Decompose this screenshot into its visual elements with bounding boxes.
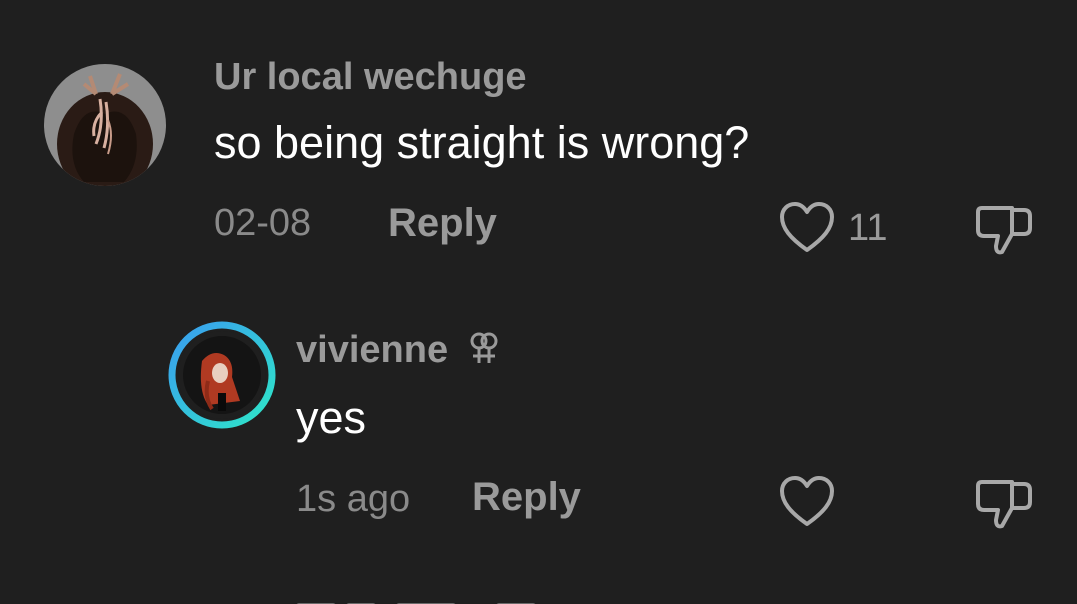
like-count: 11 [848, 207, 888, 249]
commenter-avatar[interactable] [44, 64, 166, 186]
like-button[interactable] [778, 474, 836, 533]
heart-icon [780, 202, 834, 252]
reply-button[interactable]: Reply [388, 203, 497, 243]
thumbs-down-icon [976, 480, 1032, 529]
comment-timestamp: 02-08 [214, 202, 312, 244]
comment-username[interactable]: Ur local wechuge [214, 58, 527, 96]
next-comment-cutoff [296, 596, 556, 604]
reply-text: yes [296, 392, 367, 443]
thumbs-down-icon [976, 206, 1032, 255]
reply-avatar[interactable] [168, 321, 276, 429]
lesbian-symbol-icon [469, 331, 499, 372]
dislike-button[interactable] [974, 474, 1034, 537]
reply-username[interactable]: vivienne [296, 331, 499, 372]
dislike-button[interactable] [974, 200, 1034, 263]
reply-timestamp: 1s ago [296, 478, 411, 520]
reply-username-text: vivienne [296, 329, 449, 371]
comment-text: so being straight is wrong? [214, 117, 750, 168]
like-button[interactable] [778, 200, 836, 259]
reply-button[interactable]: Reply [472, 477, 581, 517]
comments-section: Ur local wechuge so being straight is wr… [0, 0, 1077, 604]
heart-icon [780, 476, 834, 526]
